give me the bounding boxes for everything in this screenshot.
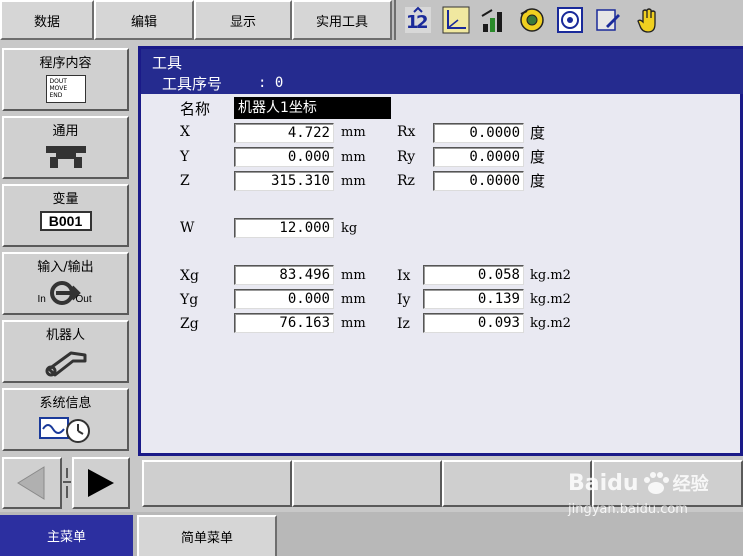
yg-label: Yg	[180, 292, 199, 308]
robot-arm-icon	[45, 351, 86, 377]
hand-icon[interactable]	[634, 6, 662, 34]
sidebar-item-label: 机器人	[45, 328, 85, 343]
sidebar-item-label: 通用	[52, 124, 79, 139]
sidebar-item-system-info[interactable]: 系统信息	[2, 388, 129, 451]
zg-value-field[interactable]: 76.163	[234, 313, 334, 333]
weight-value-field[interactable]: 12.000	[234, 218, 334, 238]
arrow-left-icon	[17, 466, 45, 500]
signal-bars-icon[interactable]	[480, 6, 508, 34]
gear-cycle-icon[interactable]	[518, 6, 546, 34]
ry-unit: 度	[530, 148, 546, 166]
edit-pen-icon[interactable]	[594, 6, 622, 34]
x-unit: mm	[341, 125, 366, 140]
rz-value-field[interactable]: 0.0000	[433, 171, 524, 191]
menu-data-button[interactable]: 数据	[0, 0, 94, 40]
main-menu-tab[interactable]: 主菜单	[0, 515, 133, 556]
doc-line: END	[49, 92, 63, 99]
ix-label: Ix	[397, 268, 411, 284]
iz-unit: kg.m2	[530, 316, 571, 331]
watermark-brand-cn: 经验	[672, 474, 709, 495]
io-icon: In Out	[36, 279, 96, 309]
doc-line: MOVE	[49, 85, 68, 92]
panel-title: 工具	[152, 54, 183, 72]
sidebar-item-variable[interactable]: 变量 B001	[2, 184, 129, 247]
rx-value-field[interactable]: 0.0000	[433, 123, 524, 143]
ry-value-field[interactable]: 0.0000	[433, 147, 524, 167]
rz-label: Rz	[397, 173, 415, 189]
y-value-field[interactable]: 0.000	[234, 147, 334, 167]
xg-label: Xg	[180, 268, 199, 284]
x-label: X	[180, 124, 190, 140]
svg-text:2: 2	[416, 12, 429, 33]
tool-clamp-icon	[45, 146, 86, 168]
rz-unit: 度	[530, 172, 546, 190]
coordinate-toggle-icon[interactable]: 1 2	[404, 6, 432, 34]
wave-clock-icon	[38, 417, 90, 443]
sidebar-item-label: 输入/输出	[37, 260, 94, 275]
paw-icon	[643, 472, 669, 494]
iz-value-field[interactable]: 0.093	[423, 313, 524, 333]
yg-value-field[interactable]: 0.000	[234, 289, 334, 309]
program-document-icon: DOUT MOVE END	[45, 75, 86, 103]
sidebar-item-label: 变量	[52, 192, 79, 207]
sidebar-item-robot[interactable]: 机器人	[2, 320, 129, 383]
panel-title-bar	[141, 49, 743, 94]
function-key-1[interactable]	[142, 460, 292, 507]
iz-label: Iz	[397, 316, 410, 332]
iy-label: Iy	[397, 292, 411, 308]
sidebar-item-general[interactable]: 通用	[2, 116, 129, 179]
y-unit: mm	[341, 150, 366, 165]
target-icon[interactable]	[556, 6, 584, 34]
ix-unit: kg.m2	[530, 268, 571, 283]
simple-menu-tab[interactable]: 简单菜单	[137, 515, 277, 556]
sidebar-item-program-content[interactable]: 程序内容 DOUT MOVE END	[2, 48, 129, 111]
zg-unit: mm	[341, 316, 366, 331]
tool-number-value: : 0	[258, 75, 284, 91]
iy-value-field[interactable]: 0.139	[423, 289, 524, 309]
iy-unit: kg.m2	[530, 292, 571, 307]
status-icon-bar: 1 2	[394, 0, 743, 40]
sidebar-item-io[interactable]: 输入/输出 In Out	[2, 252, 129, 315]
tool-number-label: 工具序号	[162, 75, 223, 93]
watermark-brand: Baidu	[568, 470, 639, 496]
xg-unit: mm	[341, 268, 366, 283]
function-key-2[interactable]	[292, 460, 442, 507]
weight-label: W	[180, 220, 195, 236]
watermark-url: jingyan.baidu.com	[568, 502, 688, 517]
rx-label: Rx	[397, 124, 416, 140]
yg-unit: mm	[341, 292, 366, 307]
io-in-label: In	[37, 294, 46, 305]
name-label: 名称	[180, 100, 211, 118]
tool-name-field[interactable]: 机器人1坐标	[234, 97, 391, 119]
z-unit: mm	[341, 174, 366, 189]
menu-edit-button[interactable]: 编辑	[94, 0, 194, 40]
variable-badge: B001	[39, 211, 92, 231]
zg-label: Zg	[180, 316, 199, 332]
ix-value-field[interactable]: 0.058	[423, 265, 524, 285]
arrow-right-icon	[88, 469, 114, 497]
z-value-field[interactable]: 315.310	[234, 171, 334, 191]
menu-utility-button[interactable]: 实用工具	[292, 0, 392, 40]
page-forward-button[interactable]	[72, 457, 130, 509]
x-value-field[interactable]: 4.722	[234, 123, 334, 143]
ry-label: Ry	[397, 149, 416, 165]
z-label: Z	[180, 173, 190, 189]
weight-unit: kg	[341, 221, 358, 236]
y-label: Y	[180, 149, 190, 165]
doc-line: DOUT	[49, 78, 67, 85]
baidu-watermark: Baidu 经验 jingyan.baidu.com	[568, 470, 709, 518]
xg-value-field[interactable]: 83.496	[234, 265, 334, 285]
page-back-button[interactable]	[2, 457, 62, 509]
sidebar-item-label: 程序内容	[39, 56, 92, 71]
menu-display-button[interactable]: 显示	[194, 0, 292, 40]
tool-settings-panel	[138, 46, 743, 456]
sidebar-item-label: 系统信息	[39, 396, 92, 411]
axes-icon[interactable]	[442, 6, 470, 34]
io-out-label: Out	[75, 294, 92, 305]
rx-unit: 度	[530, 124, 546, 142]
